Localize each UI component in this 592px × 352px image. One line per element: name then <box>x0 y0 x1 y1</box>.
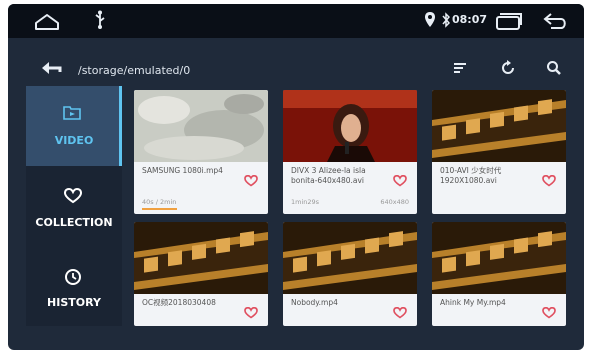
back-arrow-icon[interactable] <box>40 60 62 80</box>
search-icon[interactable] <box>546 60 562 80</box>
favorite-heart-icon[interactable] <box>542 304 556 323</box>
video-thumbnail <box>432 222 566 294</box>
video-grid: SAMSUNG 1080i.mp4 40s / 2min DIVX 3 Aliz… <box>132 86 572 330</box>
sidebar-item-label: VIDEO <box>54 134 94 147</box>
heart-icon <box>63 187 83 208</box>
sort-icon[interactable] <box>452 60 468 80</box>
back-icon[interactable] <box>541 11 569 35</box>
sidebar-item-video[interactable]: VIDEO <box>26 86 122 166</box>
category-sidebar: VIDEO COLLECTION HISTORY <box>26 86 122 326</box>
video-duration: 40s / 2min <box>142 198 177 206</box>
sidebar-item-label: HISTORY <box>47 296 101 309</box>
location-icon <box>424 11 436 33</box>
video-title: SAMSUNG 1080i.mp4 <box>142 166 223 175</box>
video-card[interactable]: SAMSUNG 1080i.mp4 40s / 2min <box>134 90 268 214</box>
bluetooth-icon <box>442 11 451 33</box>
video-card[interactable]: OC视频2018030408 <box>134 222 268 326</box>
video-title: OC视频2018030408 <box>142 298 216 307</box>
sidebar-item-collection[interactable]: COLLECTION <box>26 170 122 250</box>
video-resolution: 640x480 <box>380 198 409 206</box>
home-icon[interactable] <box>34 11 60 35</box>
file-toolbar: /storage/emulated/0 <box>26 50 566 86</box>
sidebar-item-label: COLLECTION <box>35 216 113 229</box>
video-title: DIVX 3 Alizee-la isla bonita-640x480.avi <box>291 166 366 185</box>
grid-bottom-fade <box>132 330 572 350</box>
recent-apps-icon[interactable] <box>494 11 524 35</box>
favorite-heart-icon[interactable] <box>542 172 556 191</box>
video-card[interactable]: Nobody.mp4 <box>283 222 417 326</box>
favorite-heart-icon[interactable] <box>244 304 258 323</box>
video-thumbnail <box>283 222 417 294</box>
clock-time: 08:07 <box>452 13 488 26</box>
video-duration: 1min29s <box>291 198 320 206</box>
video-thumbnail <box>283 90 417 162</box>
favorite-heart-icon[interactable] <box>244 172 258 191</box>
video-thumbnail <box>432 90 566 162</box>
sidebar-item-history[interactable]: HISTORY <box>26 250 122 330</box>
video-title: 010-AVI 少女时代 1920X1080.avi <box>440 166 502 185</box>
favorite-heart-icon[interactable] <box>393 304 407 323</box>
video-title: Nobody.mp4 <box>291 298 338 307</box>
video-title: Ahink My My.mp4 <box>440 298 506 307</box>
video-card[interactable]: DIVX 3 Alizee-la isla bonita-640x480.avi… <box>283 90 417 214</box>
status-bar: 08:07 <box>8 4 584 38</box>
car-head-unit-screen: 08:07 /storage/emulated/0 VIDEO COLLECTI… <box>8 4 584 350</box>
video-card[interactable]: 010-AVI 少女时代 1920X1080.avi <box>432 90 566 214</box>
current-path: /storage/emulated/0 <box>78 64 191 77</box>
usb-icon <box>94 10 106 34</box>
refresh-icon[interactable] <box>500 60 516 80</box>
video-thumbnail <box>134 90 268 162</box>
video-folder-icon <box>63 104 81 124</box>
video-card[interactable]: Ahink My My.mp4 <box>432 222 566 326</box>
watch-progress-bar <box>142 208 177 210</box>
video-thumbnail <box>134 222 268 294</box>
clock-icon <box>64 268 82 290</box>
favorite-heart-icon[interactable] <box>393 172 407 191</box>
